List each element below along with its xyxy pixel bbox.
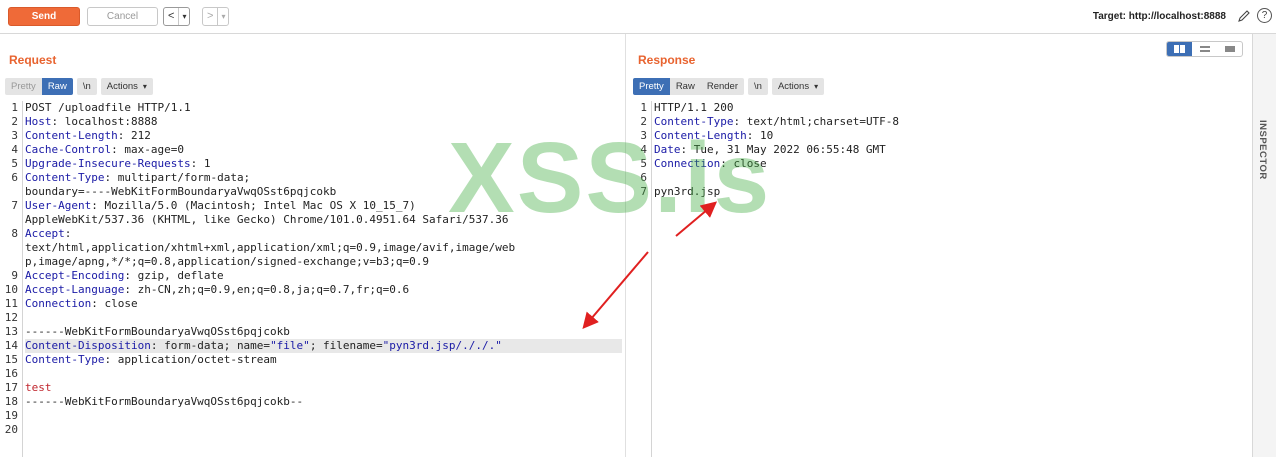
annotation-arrow-to-response: [675, 201, 718, 237]
annotation-arrows: [582, 201, 718, 330]
annotation-arrow-to-filename: [582, 251, 649, 330]
